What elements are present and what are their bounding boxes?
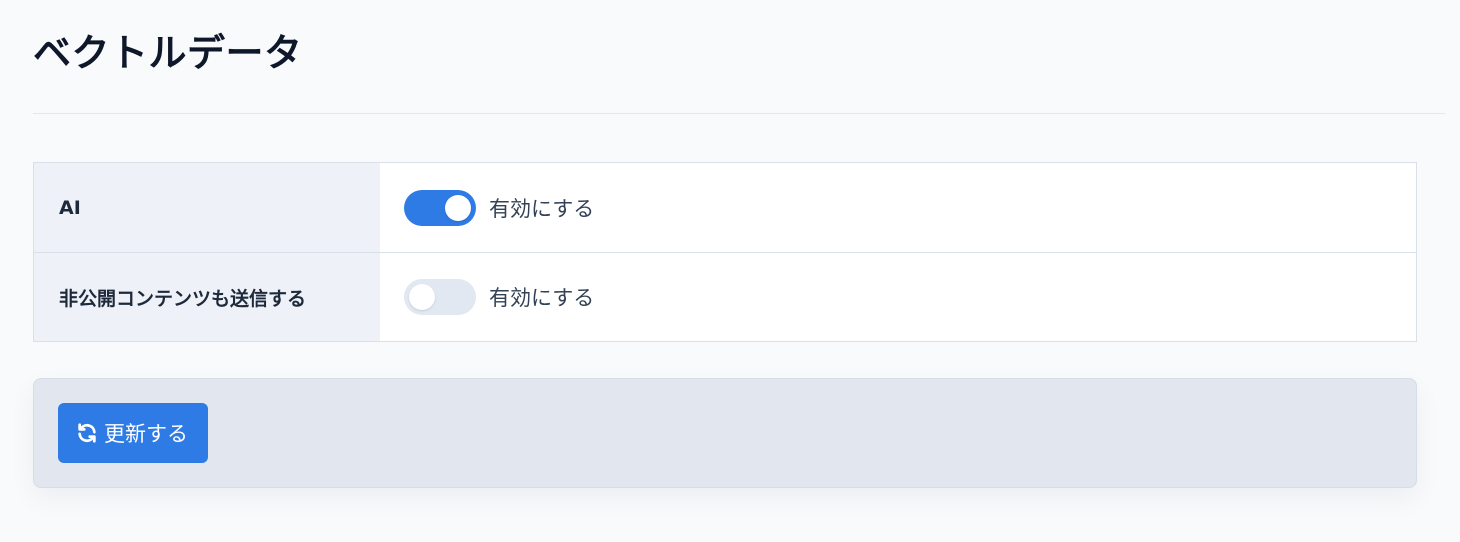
settings-table: AI 有効にする 非公開コンテンツも送信する 有効にする <box>33 162 1417 342</box>
private-content-toggle-label[interactable]: 有効にする <box>489 282 594 312</box>
setting-label-private-content: 非公開コンテンツも送信する <box>34 253 380 341</box>
ai-toggle-switch[interactable] <box>404 189 476 226</box>
refresh-icon <box>76 422 98 444</box>
title-divider <box>33 113 1445 114</box>
setting-control-private-content: 有効にする <box>380 253 1416 341</box>
toggle-knob <box>409 284 435 310</box>
setting-row-ai: AI 有効にする <box>34 163 1416 252</box>
update-button-label: 更新する <box>104 422 188 446</box>
page: ベクトルデータ AI 有効にする 非公開コンテンツも送信する 有効にする 更新す… <box>0 0 1460 542</box>
ai-toggle-label[interactable]: 有効にする <box>489 193 594 223</box>
update-button[interactable]: 更新する <box>58 403 208 463</box>
setting-label-ai: AI <box>34 163 380 252</box>
action-bar: 更新する <box>33 378 1417 488</box>
page-title: ベクトルデータ <box>33 31 303 75</box>
setting-row-private-content: 非公開コンテンツも送信する 有効にする <box>34 252 1416 341</box>
toggle-knob <box>445 194 471 221</box>
setting-control-ai: 有効にする <box>380 163 1416 252</box>
private-content-toggle-switch[interactable] <box>404 279 476 315</box>
